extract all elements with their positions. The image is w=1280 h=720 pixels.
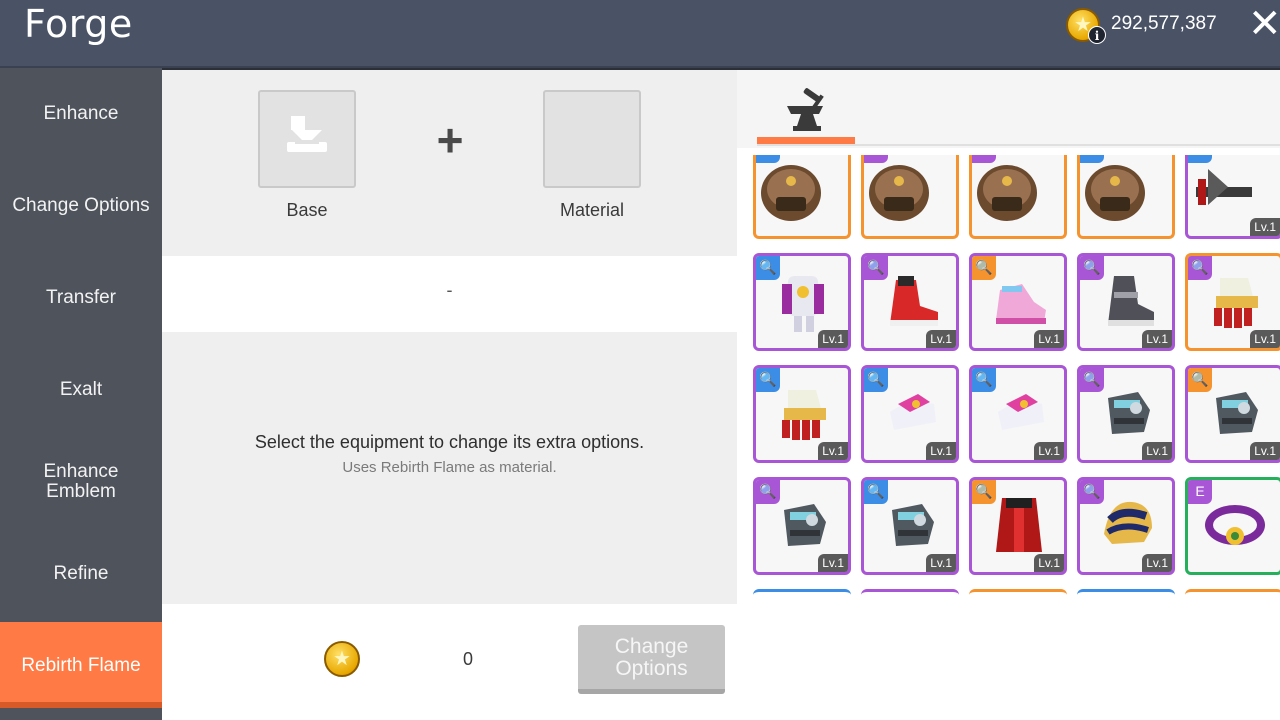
inventory-item-slot-partial	[969, 589, 1067, 595]
inventory-item-slot[interactable]: 🔍 Lv.1	[861, 365, 959, 463]
currency-amount: 292,577,387	[1111, 13, 1217, 34]
inventory-item-slot[interactable]: 🔍 Lv.1	[1077, 477, 1175, 575]
result-text: -	[446, 280, 453, 300]
inspect-icon[interactable]: 🔍	[864, 368, 888, 392]
inventory-item-slot[interactable]: 🔍 Lv.1	[969, 253, 1067, 351]
inspect-icon[interactable]: 🔍	[1080, 256, 1104, 280]
equipped-badge[interactable]: E	[1188, 480, 1212, 504]
inspect-icon[interactable]	[1080, 155, 1104, 163]
item-level-label: Lv.1	[1142, 554, 1172, 572]
forge-panel: Base + Material - Select the equipment t…	[162, 70, 737, 720]
change-options-button[interactable]: Change Options	[578, 625, 725, 694]
inventory-item-slot[interactable]: 🔍 Lv.1	[1185, 365, 1280, 463]
inventory-item-slot[interactable]: Lv.1	[1185, 155, 1280, 239]
material-label: Material	[559, 200, 625, 220]
inspect-icon[interactable]: 🔍	[756, 368, 780, 392]
sidebar-item-transfer[interactable]: Transfer	[0, 288, 162, 308]
inventory-item-slot-partial	[1185, 589, 1280, 595]
inventory-item-slot[interactable]	[861, 155, 959, 239]
close-button[interactable]: ✕	[1248, 2, 1280, 46]
equipment-icon	[761, 165, 821, 221]
inspect-icon[interactable]: 🔍	[972, 480, 996, 504]
tab-divider	[757, 144, 1280, 146]
item-level-label: Lv.1	[1250, 442, 1280, 460]
item-level-label: Lv.1	[926, 330, 956, 348]
base-slot[interactable]	[258, 90, 356, 188]
instruction-text: Select the equipment to change its extra…	[254, 432, 645, 452]
page-title: Forge	[24, 2, 133, 46]
item-level-label: Lv.1	[1250, 218, 1280, 236]
inspect-icon[interactable]	[756, 155, 780, 163]
inspect-icon[interactable]	[864, 155, 888, 163]
inventory-item-slot-partial	[753, 589, 851, 595]
inspect-icon[interactable]: 🔍	[1188, 256, 1212, 280]
forge-sidebar: Enhance Change Options Transfer Exalt En…	[0, 68, 162, 720]
sidebar-item-exalt[interactable]: Exalt	[0, 380, 162, 400]
item-level-label: Lv.1	[1034, 442, 1064, 460]
sidebar-item-enhance[interactable]: Enhance	[0, 104, 162, 124]
inventory-item-slot[interactable]: E	[1185, 477, 1280, 575]
item-level-label: Lv.1	[926, 554, 956, 572]
inventory-item-slot[interactable]: 🔍 Lv.1	[1077, 253, 1175, 351]
equipment-icon	[977, 165, 1037, 221]
inventory-item-slot-partial	[861, 589, 959, 595]
inventory-item-slot[interactable]: 🔍 Lv.1	[753, 477, 851, 575]
inspect-icon[interactable]: 🔍	[1080, 368, 1104, 392]
header-bar: Forge ★ i 292,577,387 ✕	[0, 0, 1280, 68]
sidebar-item-change-options[interactable]: Change Options	[0, 196, 162, 216]
item-level-label: Lv.1	[1142, 442, 1172, 460]
inventory-item-slot[interactable]: 🔍 Lv.1	[861, 253, 959, 351]
item-level-label: Lv.1	[1250, 330, 1280, 348]
inventory-item-slot-partial	[1077, 589, 1175, 595]
inventory-item-slot[interactable]: 🔍 Lv.1	[969, 365, 1067, 463]
inventory-item-slot[interactable]: 🔍 Lv.1	[861, 477, 959, 575]
cost-value: 0	[462, 649, 473, 669]
inspect-icon[interactable]	[972, 155, 996, 163]
sidebar-item-refine[interactable]: Refine	[0, 564, 162, 584]
inspect-icon[interactable]	[1188, 155, 1212, 163]
item-level-label: Lv.1	[1034, 330, 1064, 348]
download-icon	[287, 116, 327, 152]
inspect-icon[interactable]: 🔍	[756, 256, 780, 280]
inspect-icon[interactable]: 🔍	[1188, 368, 1212, 392]
inventory-item-slot[interactable]	[753, 155, 851, 239]
inspect-icon[interactable]: 🔍	[864, 480, 888, 504]
item-level-label: Lv.1	[818, 554, 848, 572]
item-level-label: Lv.1	[926, 442, 956, 460]
inventory-item-slot[interactable]: 🔍 Lv.1	[1077, 365, 1175, 463]
tab-equipment[interactable]	[757, 84, 855, 140]
inventory-item-slot[interactable]	[1077, 155, 1175, 239]
inspect-icon[interactable]: 🔍	[1080, 480, 1104, 504]
sidebar-item-enhance-emblem[interactable]: Enhance Emblem	[0, 462, 162, 502]
inventory-item-slot[interactable]: 🔍 Lv.1	[1185, 253, 1280, 351]
plus-icon: +	[436, 114, 464, 166]
sidebar-item-label: Rebirth Flame	[21, 655, 141, 676]
item-level-label: Lv.1	[818, 442, 848, 460]
inventory-item-slot[interactable]: 🔍 Lv.1	[969, 477, 1067, 575]
inspect-icon[interactable]: 🔍	[864, 256, 888, 280]
equipment-icon	[1085, 165, 1145, 221]
tab-active-indicator	[757, 137, 855, 144]
inspect-icon[interactable]: 🔍	[972, 368, 996, 392]
currency-info-button[interactable]: ★ i	[1066, 8, 1106, 44]
anvil-hammer-icon	[787, 88, 824, 131]
item-level-label: Lv.1	[1034, 554, 1064, 572]
inspect-icon[interactable]: 🔍	[756, 480, 780, 504]
inventory-item-slot[interactable]: 🔍 Lv.1	[753, 253, 851, 351]
equipment-icon	[869, 165, 929, 221]
item-level-label: Lv.1	[818, 330, 848, 348]
coin-icon: ★	[324, 641, 360, 677]
inventory-grid: Lv.1 🔍 Lv.1 🔍 Lv.1 🔍 Lv.1 🔍 Lv.1 🔍 Lv.1 🔍 Lv.1 🔍 Lv.1 🔍…	[753, 155, 1280, 595]
sidebar-item-rebirth-flame[interactable]: Rebirth Flame	[0, 622, 162, 708]
inventory-item-slot[interactable]	[969, 155, 1067, 239]
info-icon: i	[1088, 26, 1106, 44]
base-label: Base	[286, 200, 328, 220]
inventory-item-slot[interactable]: 🔍 Lv.1	[753, 365, 851, 463]
material-hint-text: Uses Rebirth Flame as material.	[342, 459, 557, 476]
material-slot[interactable]	[543, 90, 641, 188]
inspect-icon[interactable]: 🔍	[972, 256, 996, 280]
item-level-label: Lv.1	[1142, 330, 1172, 348]
equipment-icon	[1196, 169, 1252, 205]
